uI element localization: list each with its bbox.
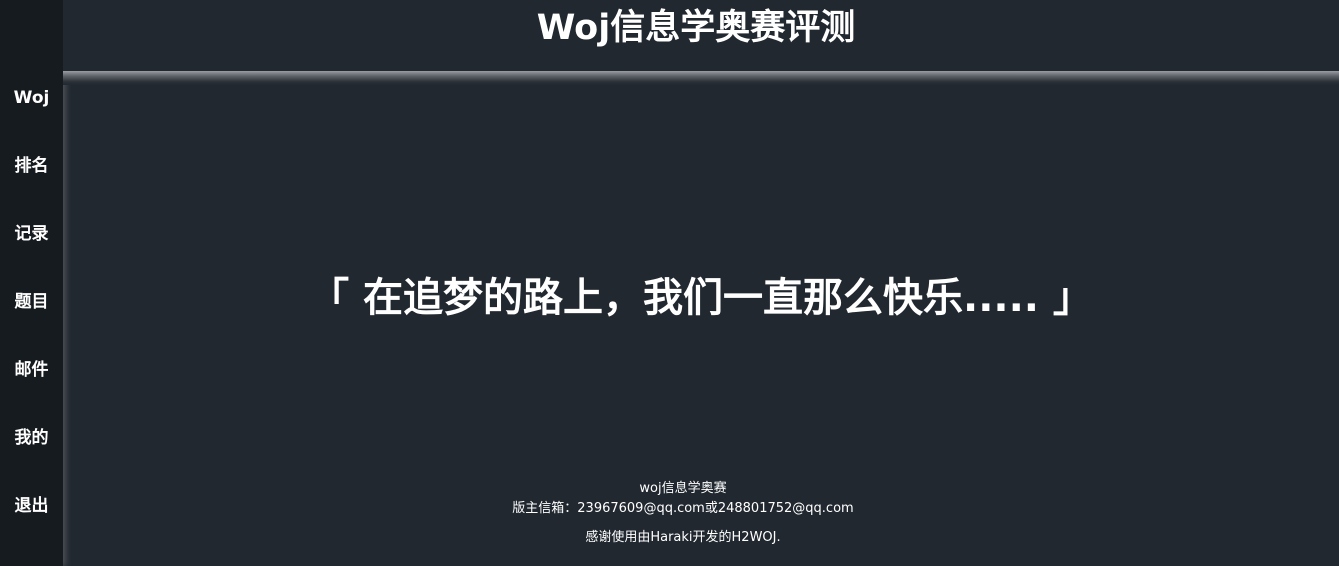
footer-contact: 版主信箱：23967609@qq.com或248801752@qq.com [512,501,854,516]
page-title: Woj信息学奥赛评测 [536,8,856,48]
nav-item-problems[interactable]: 题目 [0,291,63,313]
nav-item-mail[interactable]: 邮件 [0,359,63,381]
footer-site-name: woj信息学奥赛 [639,481,727,496]
nav-item-profile[interactable]: 我的 [0,427,63,449]
nav-item-records[interactable]: 记录 [0,223,63,245]
nav-item-home[interactable]: Woj [0,87,63,109]
nav-item-ranking[interactable]: 排名 [0,155,63,177]
header-divider [63,71,1339,85]
footer-credits: 感谢使用由Haraki开发的H2WOJ. [585,530,781,545]
nav-item-logout[interactable]: 退出 [0,495,63,517]
sidebar-nav: Woj 排名 记录 题目 邮件 我的 退出 [0,0,63,566]
motto-text: 「 在追梦的路上，我们一直那么快乐..... 」 [309,275,1093,321]
page-header: Woj信息学奥赛评测 [63,0,1339,71]
